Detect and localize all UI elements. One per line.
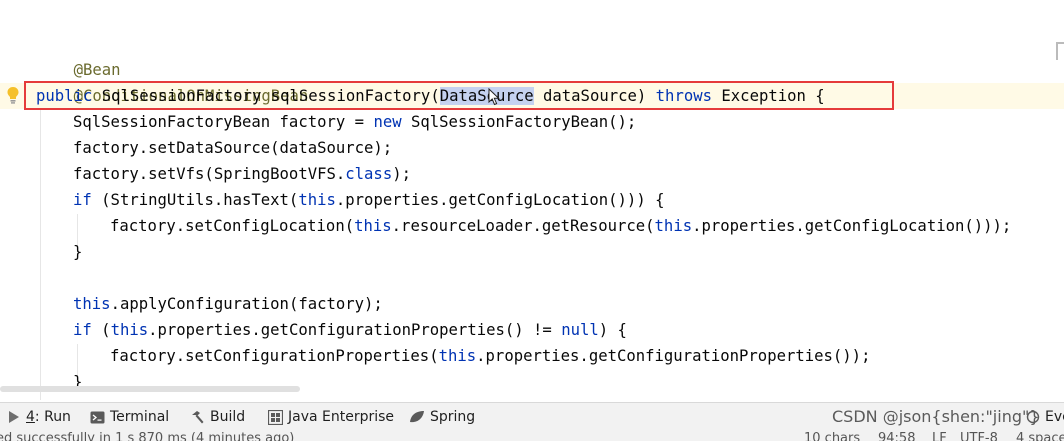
code-text: .properties.getConfigLocation())); [692, 217, 1012, 235]
tool-window-bar: 4: Run Terminal Build Java Enterprise Sp… [0, 402, 1064, 431]
code-line-6[interactable]: factory.setVfs(SpringBootVFS.class); [73, 161, 411, 187]
line-separator[interactable]: LF [932, 432, 947, 441]
keyword: new [373, 113, 402, 131]
keyword: if [73, 321, 92, 339]
code-line-13[interactable]: factory.setConfigurationProperties(this.… [110, 343, 870, 369]
terminal-label: Terminal [110, 409, 170, 425]
code-editor[interactable]: @Bean @ConditionalOnMissingBean public S… [0, 0, 1064, 400]
code-text: } [73, 243, 83, 261]
run-button[interactable]: 4: Run [7, 403, 71, 431]
keyword: this [110, 321, 149, 339]
code-line-2[interactable]: @ConditionalOnMissingBean [36, 57, 309, 105]
java-enterprise-button[interactable]: Java Enterprise [268, 403, 394, 431]
code-line-5[interactable]: factory.setDataSource(dataSource); [73, 135, 392, 161]
scroll-marker [1056, 42, 1064, 60]
code-line-4[interactable]: SqlSessionFactoryBean factory = new SqlS… [73, 109, 636, 135]
build-label: Build [210, 409, 246, 425]
red-highlight-box [24, 81, 894, 110]
event-log-label: Eve [1045, 409, 1064, 425]
keyword: class [345, 165, 393, 183]
code-text: factory.setConfigLocation( [110, 217, 355, 235]
mouse-cursor-icon [488, 88, 500, 106]
event-log-button[interactable]: Eve [1026, 403, 1064, 431]
watermark: CSDN @json{shen:"jing"} [832, 407, 1040, 426]
run-mnemonic: 4 [26, 409, 35, 425]
hammer-icon [192, 410, 204, 423]
spring-label: Spring [430, 409, 476, 425]
build-button[interactable]: Build [190, 403, 245, 431]
status-bar: ed successfully in 1 s 870 ms (4 minutes… [0, 431, 1064, 441]
indent-setting[interactable]: 4 spaces [1016, 432, 1064, 441]
code-text: .properties.getConfigLocation())) { [335, 191, 665, 209]
terminal-button[interactable]: Terminal [90, 403, 169, 431]
keyword: this [354, 217, 392, 235]
java-enterprise-icon [268, 409, 283, 425]
code-line-7[interactable]: if (StringUtils.hasText(this.properties.… [73, 187, 664, 213]
code-line-12[interactable]: if (this.properties.getConfigurationProp… [73, 317, 627, 343]
terminal-icon [90, 411, 105, 423]
java-enterprise-label: Java Enterprise [288, 409, 395, 425]
spring-leaf-icon [410, 411, 424, 423]
keyword: if [73, 191, 92, 209]
code-text: factory.setVfs(SpringBootVFS. [73, 165, 346, 183]
run-icon [9, 411, 19, 423]
file-encoding[interactable]: UTF-8 [960, 432, 998, 441]
keyword: this [654, 217, 693, 235]
horizontal-scrollbar[interactable] [0, 386, 300, 392]
code-text: factory.setDataSource(dataSource); [73, 139, 393, 157]
keyword: this [73, 295, 111, 313]
keyword: null [561, 321, 599, 339]
code-text: ); [392, 165, 411, 183]
indent-guide [40, 110, 41, 400]
caret-position[interactable]: 94:58 [878, 432, 915, 441]
keyword: this [438, 347, 477, 365]
status-message[interactable]: ed successfully in 1 s 870 ms (4 minutes… [0, 432, 294, 441]
keyword: this [298, 191, 336, 209]
event-log-icon [1026, 410, 1040, 424]
code-text: factory.setConfigurationProperties( [110, 347, 439, 365]
code-text: ( [91, 321, 111, 339]
code-line-11[interactable]: this.applyConfiguration(factory); [73, 291, 383, 317]
code-text: .applyConfiguration(factory); [110, 295, 383, 313]
code-line-8[interactable]: factory.setConfigLocation(this.resourceL… [110, 213, 1011, 239]
code-line-9[interactable]: } [73, 239, 82, 265]
code-text: (StringUtils.hasText( [91, 191, 299, 209]
run-label: : Run [34, 409, 71, 425]
code-line-1[interactable]: @Bean [36, 31, 121, 79]
code-text: ) { [598, 321, 627, 339]
code-text: .properties.getConfigurationProperties()… [476, 347, 871, 365]
code-text: .properties.getConfigurationProperties()… [148, 321, 562, 339]
spring-button[interactable]: Spring [409, 403, 475, 431]
lightbulb-icon[interactable] [6, 86, 20, 104]
code-text: SqlSessionFactoryBean factory = [73, 113, 374, 131]
code-text: .resourceLoader.getResource( [391, 217, 655, 235]
selection-count: 10 chars [804, 431, 861, 441]
code-text: SqlSessionFactoryBean(); [401, 113, 637, 131]
